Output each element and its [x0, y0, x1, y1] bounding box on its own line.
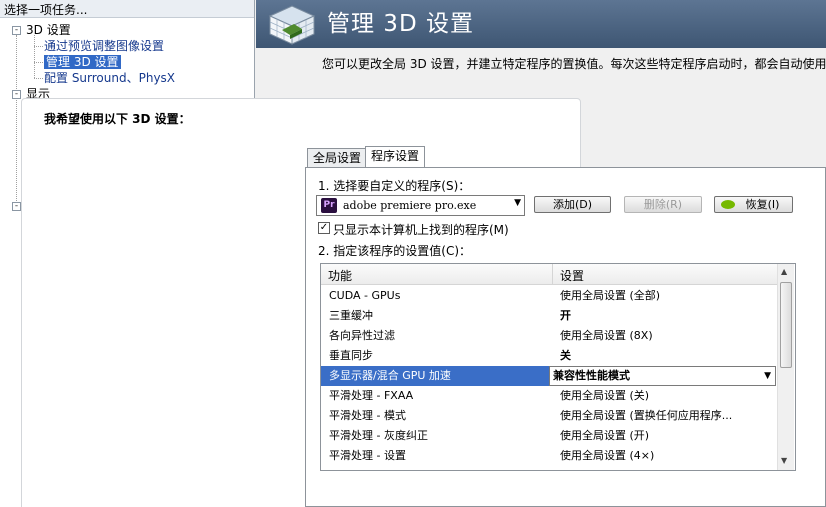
- step2-label: 2. 指定该程序的设置值(C)：: [318, 244, 472, 258]
- chevron-down-icon: ▼: [764, 371, 771, 381]
- tree-connector: [34, 46, 43, 47]
- feature-cell: 平滑处理 - FXAA: [329, 389, 414, 402]
- setting-cell: 开: [560, 309, 571, 322]
- table-row[interactable]: CUDA - GPUs 使用全局设置 (全部): [321, 286, 776, 306]
- show-local-programs-checkbox[interactable]: ✓: [318, 222, 330, 234]
- feature-cell: 垂直同步: [329, 349, 373, 362]
- table-row[interactable]: 平滑处理 - 模式 使用全局设置 (置换任何应用程序...: [321, 406, 776, 426]
- settings-group-title: 我希望使用以下 3D 设置：: [44, 112, 191, 126]
- table-row[interactable]: 平滑处理 - 设置 使用全局设置 (4×): [321, 446, 776, 466]
- collapse-toggle-icon[interactable]: -: [12, 90, 21, 99]
- add-button[interactable]: 添加(D): [534, 196, 611, 213]
- setting-dropdown[interactable]: 兼容性性能模式 ▼: [549, 366, 776, 386]
- table-row[interactable]: 平滑处理 - 灰度纠正 使用全局设置 (开): [321, 426, 776, 446]
- page-banner: 管理 3D 设置: [256, 0, 826, 48]
- program-select[interactable]: Pr adobe premiere pro.exe ▼: [316, 195, 525, 216]
- page-title: 管理 3D 设置: [327, 11, 474, 37]
- feature-cell: CUDA - GPUs: [329, 289, 401, 302]
- tree-item-label: 通过预览调整图像设置: [44, 39, 165, 53]
- setting-cell: 关: [560, 349, 571, 362]
- tab-global-settings[interactable]: 全局设置: [307, 148, 368, 168]
- collapse-toggle-icon[interactable]: -: [12, 202, 21, 211]
- tree-item-label: 3D 设置: [26, 23, 71, 37]
- nvidia-eye-icon: [721, 200, 735, 209]
- column-divider: [552, 264, 553, 285]
- tree-item[interactable]: 通过预览调整图像设置: [44, 38, 164, 54]
- settings-list-header: 功能 设置: [321, 264, 781, 285]
- tree-connector: [16, 35, 17, 207]
- tree-category[interactable]: 3D 设置: [26, 22, 71, 38]
- column-header-setting[interactable]: 设置: [560, 267, 584, 284]
- tree-item[interactable]: 配置 Surround、PhysX: [44, 70, 175, 86]
- show-local-programs-label: 只显示本计算机上找到的程序(M): [333, 223, 509, 237]
- feature-cell: 三重缓冲: [329, 309, 373, 322]
- tree-item-label: 配置 Surround、PhysX: [44, 71, 176, 85]
- tree-item-label: 管理 3D 设置: [44, 55, 121, 69]
- table-row[interactable]: 垂直同步 关: [321, 346, 776, 366]
- chevron-down-icon: ▼: [514, 198, 521, 208]
- step1-label: 1. 选择要自定义的程序(S)：: [318, 179, 471, 193]
- setting-cell: 使用全局设置 (全部): [560, 289, 661, 302]
- setting-cell: 使用全局设置 (开): [560, 429, 650, 442]
- tab-program-settings[interactable]: 程序设置: [365, 146, 426, 168]
- table-row[interactable]: 多显示器/混合 GPU 加速 兼容性性能模式 ▼: [321, 366, 776, 386]
- feature-cell: 各向异性过滤: [329, 329, 395, 342]
- setting-cell: 使用全局设置 (关): [560, 389, 650, 402]
- setting-dropdown-value: 兼容性性能模式: [553, 369, 630, 382]
- restore-button-label: 恢复(I): [745, 198, 780, 211]
- feature-cell: 多显示器/混合 GPU 加速: [329, 369, 451, 382]
- scroll-thumb[interactable]: [780, 282, 792, 368]
- column-header-feature[interactable]: 功能: [328, 267, 352, 284]
- tree-item[interactable]: 管理 3D 设置: [44, 54, 121, 70]
- page-description: 您可以更改全局 3D 设置，并建立特定程序的置换值。每次这些特定程序启动时，都会…: [322, 57, 826, 71]
- program-select-value: adobe premiere pro.exe: [343, 199, 477, 212]
- tree-connector: [34, 35, 35, 78]
- scroll-down-icon[interactable]: ▼: [781, 456, 787, 465]
- premiere-pro-icon: Pr: [321, 198, 337, 213]
- feature-cell: 平滑处理 - 设置: [329, 449, 406, 462]
- setting-cell: 使用全局设置 (8X): [560, 329, 653, 342]
- table-row[interactable]: 平滑处理 - FXAA 使用全局设置 (关): [321, 386, 776, 406]
- setting-cell: 使用全局设置 (置换任何应用程序...: [560, 409, 733, 422]
- setting-cell: 使用全局设置 (4×): [560, 449, 655, 462]
- table-row[interactable]: 各向异性过滤 使用全局设置 (8X): [321, 326, 776, 346]
- feature-cell: 平滑处理 - 模式: [329, 409, 406, 422]
- task-panel-header: 选择一项任务...: [0, 0, 254, 18]
- collapse-toggle-icon[interactable]: -: [12, 26, 21, 35]
- restore-button[interactable]: 恢复(I): [714, 196, 793, 213]
- vertical-scrollbar[interactable]: ▲ ▼: [777, 264, 794, 470]
- table-row[interactable]: 三重缓冲 开: [321, 306, 776, 326]
- 3d-settings-icon: [268, 5, 316, 45]
- feature-cell: 平滑处理 - 灰度纠正: [329, 429, 428, 442]
- tree-connector: [34, 62, 43, 63]
- scroll-up-icon[interactable]: ▲: [781, 267, 787, 276]
- tree-connector: [34, 78, 43, 79]
- settings-list: 功能 设置 CUDA - GPUs 使用全局设置 (全部) 三重缓冲开各向异性过滤使…: [320, 263, 796, 471]
- remove-button[interactable]: 删除(R): [624, 196, 702, 213]
